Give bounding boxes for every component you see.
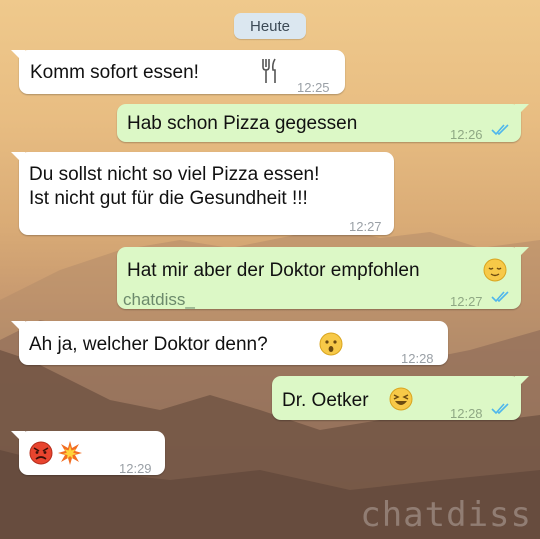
message-time: 12:27 <box>450 294 483 309</box>
message-bubble-outgoing[interactable]: Hat mir aber der Doktor empfohlen chatdi… <box>117 247 529 309</box>
message-time: 12:29 <box>119 461 152 476</box>
message-time: 12:28 <box>450 406 483 421</box>
message-bubble-incoming[interactable]: Du sollst nicht so viel Pizza essen! Ist… <box>11 152 394 235</box>
message-bubble-outgoing[interactable]: Dr. Oetker 12:28 <box>272 376 529 421</box>
sender-name: chatdiss_ <box>123 290 195 309</box>
message-time: 12:26 <box>450 127 483 142</box>
bubble-tail <box>11 321 25 335</box>
message-bubble-incoming[interactable]: Ah ja, welcher Doktor denn? 12:28 <box>11 321 448 366</box>
bubble-tail <box>11 152 25 166</box>
bubble-tail <box>515 376 529 390</box>
bubble-tail <box>11 50 25 64</box>
read-receipt-icon <box>491 403 509 415</box>
fork-knife-icon <box>262 58 276 83</box>
message-text: Hat mir aber der Doktor empfohlen <box>127 260 420 281</box>
bubble-tail <box>515 247 529 261</box>
bubble-tail <box>11 431 25 445</box>
message-bubble-outgoing[interactable]: Hab schon Pizza gegessen 12:26 <box>117 104 529 142</box>
collision-icon <box>58 441 82 465</box>
angry-face-icon <box>29 441 53 465</box>
message-text-line: Du sollst nicht so viel Pizza essen! <box>29 164 320 185</box>
message-bubble-incoming[interactable]: Komm sofort essen! 12:25 <box>11 50 345 95</box>
laughing-face-icon <box>389 387 413 411</box>
message-text-line: Ist nicht gut für die Gesundheit !!! <box>29 188 308 209</box>
message-bubble-incoming[interactable]: 12:29 <box>11 431 165 476</box>
chat-screen: Heute Komm sofort essen! 12:25 Hab schon… <box>0 0 540 539</box>
read-receipt-icon <box>491 291 509 303</box>
message-text: Komm sofort essen! <box>30 62 199 83</box>
message-text: Ah ja, welcher Doktor denn? <box>29 334 268 355</box>
bubble-tail <box>515 104 529 118</box>
message-text: Dr. Oetker <box>282 390 369 411</box>
message-time: 12:25 <box>297 80 330 95</box>
message-text: Hab schon Pizza gegessen <box>127 113 358 134</box>
watermark: chatdiss <box>360 495 532 535</box>
message-time: 12:28 <box>401 351 434 366</box>
relieved-face-icon <box>483 258 507 282</box>
hushed-face-icon <box>319 332 343 356</box>
date-chip: Heute <box>234 13 306 39</box>
read-receipt-icon <box>491 124 509 136</box>
message-time: 12:27 <box>349 219 382 234</box>
